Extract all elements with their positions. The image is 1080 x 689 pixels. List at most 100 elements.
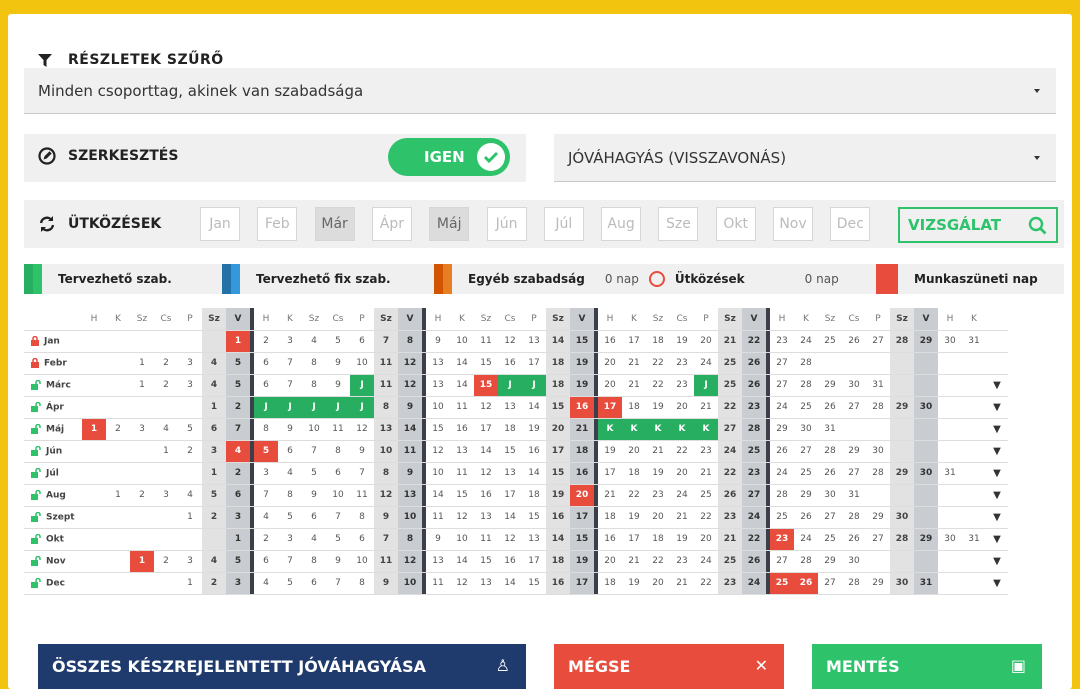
day-cell[interactable]: 9 [374, 572, 398, 595]
day-cell[interactable]: 19 [598, 440, 622, 463]
day-cell[interactable]: 15 [426, 418, 450, 441]
day-cell[interactable]: 29 [914, 528, 938, 551]
day-cell[interactable]: 15 [546, 462, 570, 485]
day-cell[interactable]: 24 [694, 352, 718, 375]
day-cell[interactable]: 8 [302, 550, 326, 573]
day-cell[interactable]: 30 [914, 396, 938, 419]
day-cell[interactable]: 1 [106, 484, 130, 507]
day-cell[interactable]: 13 [450, 440, 474, 463]
day-cell[interactable]: K [694, 418, 718, 441]
day-cell[interactable]: 28 [770, 484, 794, 507]
day-cell[interactable]: 11 [398, 440, 422, 463]
day-cell[interactable]: 16 [450, 418, 474, 441]
day-cell[interactable]: 2 [154, 550, 178, 573]
day-cell[interactable]: 29 [914, 330, 938, 353]
expand-row-icon[interactable]: ▼ [986, 484, 1008, 507]
day-cell[interactable]: 9 [426, 528, 450, 551]
day-cell[interactable]: 11 [374, 550, 398, 573]
day-cell[interactable]: 8 [374, 396, 398, 419]
day-cell[interactable]: 15 [570, 330, 594, 353]
day-cell[interactable]: J [278, 396, 302, 419]
day-cell[interactable]: 23 [670, 550, 694, 573]
day-cell[interactable]: 14 [522, 462, 546, 485]
day-cell[interactable]: 21 [694, 462, 718, 485]
day-cell[interactable]: 4 [278, 462, 302, 485]
day-cell[interactable]: 20 [646, 572, 670, 595]
day-cell[interactable]: 14 [546, 330, 570, 353]
month-button[interactable]: Már [314, 207, 355, 241]
day-cell[interactable]: 14 [450, 352, 474, 375]
expand-row-icon[interactable]: ▼ [986, 374, 1008, 397]
day-cell[interactable]: 2 [130, 484, 154, 507]
day-cell[interactable]: 19 [622, 572, 646, 595]
day-cell[interactable]: 27 [718, 418, 742, 441]
day-cell[interactable]: 12 [398, 374, 422, 397]
day-cell[interactable]: 29 [866, 506, 890, 529]
day-cell[interactable]: 30 [866, 440, 890, 463]
day-cell[interactable]: 5 [278, 572, 302, 595]
day-cell[interactable]: 27 [818, 506, 842, 529]
day-cell[interactable]: J [522, 374, 546, 397]
day-cell[interactable]: 31 [914, 572, 938, 595]
day-cell[interactable]: 2 [154, 352, 178, 375]
day-cell[interactable]: 23 [670, 374, 694, 397]
month-button[interactable]: Júl [543, 207, 584, 241]
month-button[interactable]: Jan [200, 207, 240, 241]
day-cell[interactable]: 14 [474, 440, 498, 463]
expand-row-icon[interactable]: ▼ [986, 506, 1008, 529]
day-cell[interactable]: 7 [326, 506, 350, 529]
day-cell[interactable]: 2 [154, 374, 178, 397]
day-cell[interactable]: 8 [254, 418, 278, 441]
day-cell[interactable]: 5 [178, 418, 202, 441]
day-cell[interactable]: 20 [598, 550, 622, 573]
day-cell[interactable]: 14 [498, 572, 522, 595]
day-cell[interactable]: 30 [938, 330, 962, 353]
day-cell[interactable]: 3 [178, 550, 202, 573]
month-button[interactable]: Ápr [371, 207, 412, 241]
day-cell[interactable]: J [254, 396, 278, 419]
day-cell[interactable]: 17 [622, 330, 646, 353]
day-cell[interactable]: 20 [598, 352, 622, 375]
day-cell[interactable]: 29 [866, 572, 890, 595]
day-cell[interactable]: 24 [794, 528, 818, 551]
day-cell[interactable]: 25 [818, 528, 842, 551]
day-cell[interactable]: 23 [742, 396, 766, 419]
day-cell[interactable]: 6 [254, 352, 278, 375]
day-cell[interactable]: 12 [398, 550, 422, 573]
day-cell[interactable]: 8 [302, 374, 326, 397]
day-cell[interactable]: 28 [818, 440, 842, 463]
day-cell[interactable]: 1 [130, 352, 154, 375]
day-cell[interactable]: 2 [178, 440, 202, 463]
expand-row-icon[interactable]: ▼ [986, 550, 1008, 573]
day-cell[interactable]: 4 [226, 440, 250, 463]
day-cell[interactable]: 10 [302, 418, 326, 441]
group-filter-select[interactable]: Minden csoporttag, akinek van szabadsága [24, 68, 1056, 114]
day-cell[interactable]: 17 [546, 440, 570, 463]
day-cell[interactable]: 9 [326, 550, 350, 573]
day-cell[interactable]: 17 [598, 396, 622, 419]
day-cell[interactable]: 11 [426, 572, 450, 595]
day-cell[interactable]: 20 [694, 528, 718, 551]
day-cell[interactable]: 20 [622, 440, 646, 463]
expand-row-icon[interactable]: ▼ [986, 440, 1008, 463]
day-cell[interactable]: 11 [326, 418, 350, 441]
day-cell[interactable]: 4 [254, 506, 278, 529]
day-cell[interactable]: 27 [794, 440, 818, 463]
day-cell[interactable]: 12 [374, 484, 398, 507]
day-cell[interactable]: 6 [350, 528, 374, 551]
day-cell[interactable]: 2 [106, 418, 130, 441]
day-cell[interactable]: 2 [226, 462, 250, 485]
day-cell[interactable]: 12 [450, 506, 474, 529]
day-cell[interactable]: 14 [450, 374, 474, 397]
day-cell[interactable]: 19 [570, 550, 594, 573]
day-cell[interactable]: K [622, 418, 646, 441]
day-cell[interactable]: 13 [474, 572, 498, 595]
day-cell[interactable]: 4 [154, 418, 178, 441]
check-conflicts-button[interactable]: VIZSGÁLAT [898, 207, 1058, 243]
day-cell[interactable]: 25 [718, 352, 742, 375]
day-cell[interactable]: 16 [522, 440, 546, 463]
day-cell[interactable]: 22 [646, 352, 670, 375]
day-cell[interactable]: 8 [350, 572, 374, 595]
day-cell[interactable]: 19 [646, 462, 670, 485]
day-cell[interactable]: 20 [670, 396, 694, 419]
